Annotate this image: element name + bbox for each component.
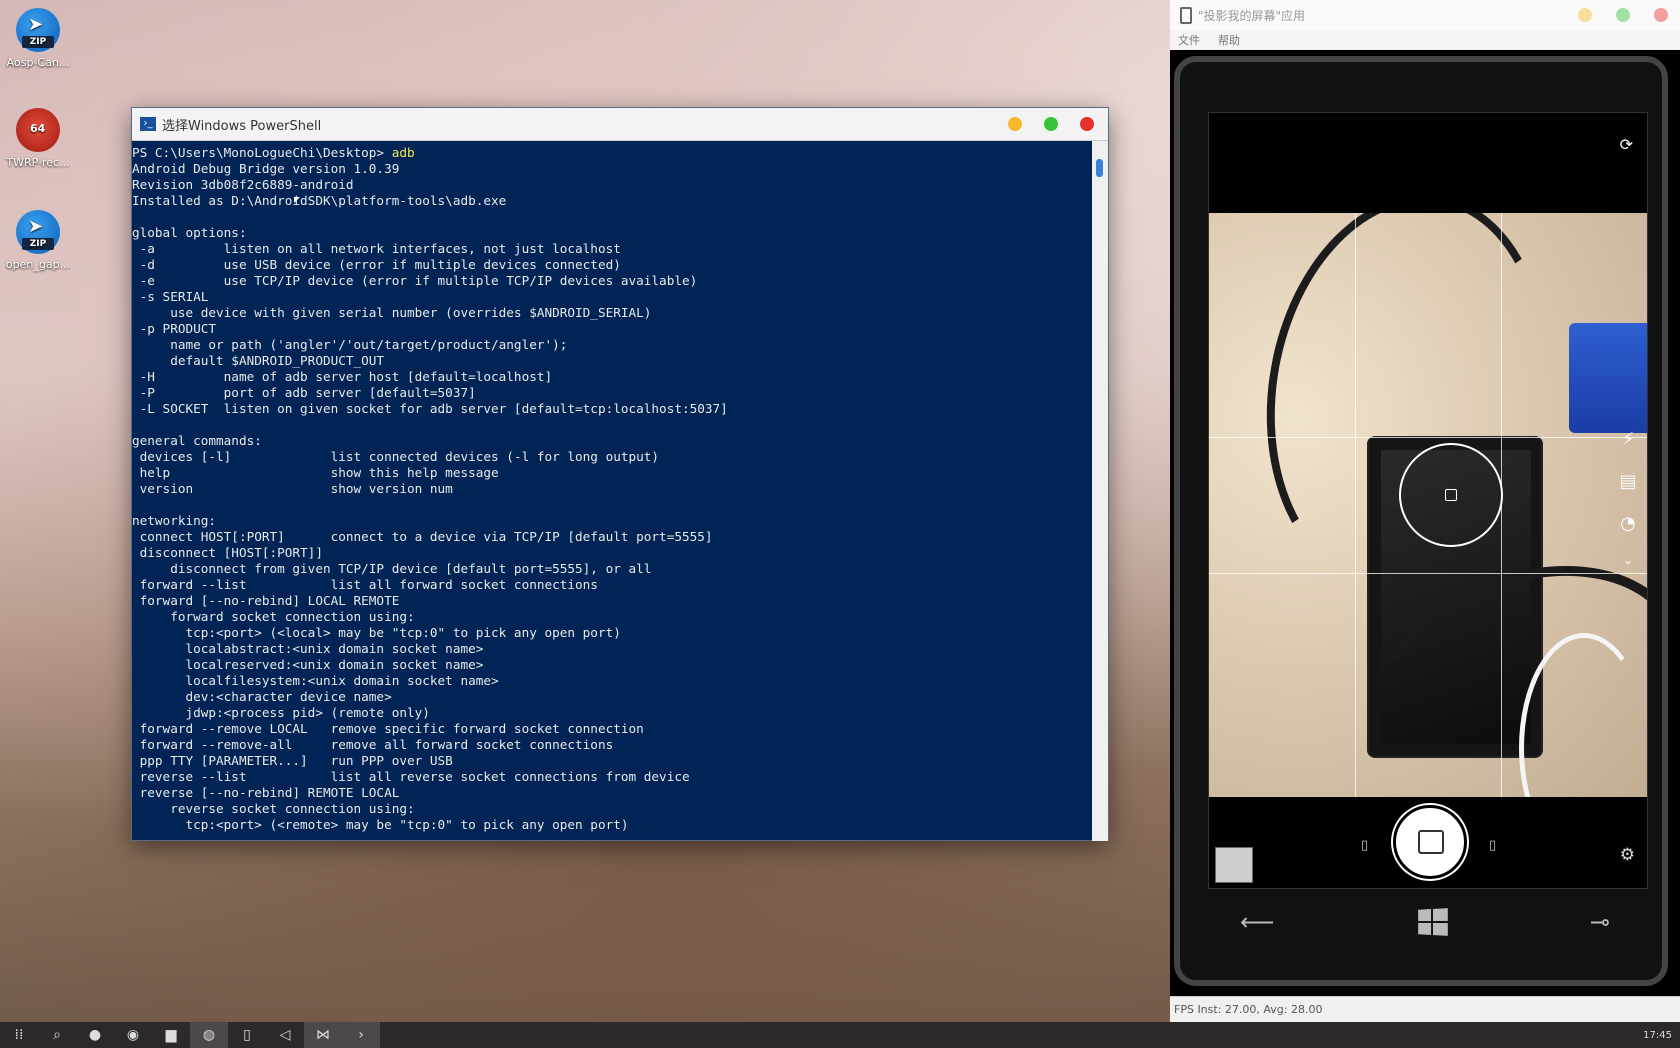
powershell-window[interactable]: ›_ 选择Windows PowerShell PS C:\Users\Mono…: [132, 108, 1108, 841]
phone-projection: ⟳ ⚡ ▤ ◔ ⌄ ▯ ▯ ⚙ ⟵ ⊸: [1170, 50, 1680, 996]
timer-icon[interactable]: ◔: [1615, 513, 1641, 534]
chevron-down-icon[interactable]: ⌄: [1615, 553, 1641, 567]
menu-help[interactable]: 帮助: [1218, 32, 1240, 48]
gallery-thumbnail[interactable]: [1215, 847, 1253, 883]
zip-archive-icon: ➤ ZIP: [16, 210, 60, 254]
grid-line: [1355, 213, 1356, 797]
gear-icon[interactable]: ⚙: [1620, 845, 1635, 865]
powershell-icon[interactable]: ›: [342, 1022, 380, 1048]
desktop-icon-label: TWRP-rec...: [6, 156, 70, 169]
console-text: PS C:\Users\MonoLogueChi\Desktop> adb An…: [132, 145, 1092, 833]
maximize-button[interactable]: [1044, 117, 1058, 131]
desktop-icon-twrp[interactable]: 64 TWRP-rec...: [2, 108, 74, 169]
powershell-icon: ›_: [140, 117, 156, 131]
explorer-icon[interactable]: ▆: [152, 1022, 190, 1048]
menu-file[interactable]: 文件: [1178, 32, 1200, 48]
menu-bar: 文件 帮助: [1170, 30, 1680, 50]
visualstudio-icon[interactable]: ⋈: [304, 1022, 342, 1048]
vertical-scrollbar[interactable]: [1092, 141, 1108, 841]
window-title: "投影我的屏幕"应用: [1198, 8, 1306, 23]
grid-line: [1209, 573, 1647, 574]
qq-icon[interactable]: ●: [76, 1022, 114, 1048]
exposure-icon[interactable]: ▤: [1615, 471, 1641, 492]
twrp-app-icon: 64: [16, 108, 60, 152]
phone-screen[interactable]: ⟳ ⚡ ▤ ◔ ⌄ ▯ ▯ ⚙: [1208, 112, 1648, 889]
focus-ring: [1399, 443, 1503, 547]
console-prompt: PS C:\Users\MonoLogueChi\Desktop>: [132, 145, 392, 160]
video-mode-icon[interactable]: ▯: [1489, 838, 1496, 853]
close-button[interactable]: [1080, 117, 1094, 131]
scrollbar-thumb[interactable]: [1096, 159, 1103, 177]
window-title: 选择Windows PowerShell: [162, 118, 322, 134]
phone-icon[interactable]: ▯: [228, 1022, 266, 1048]
mouse-cursor-icon: [294, 197, 300, 203]
console-area[interactable]: PS C:\Users\MonoLogueChi\Desktop> adb An…: [132, 141, 1108, 841]
switch-camera-icon[interactable]: ⟳: [1620, 135, 1633, 154]
console-command: adb: [391, 145, 415, 160]
project-my-screen-window[interactable]: "投影我的屏幕"应用 文件 帮助 ⟳ ⚡ ▤ ◔ ⌄ ▯ ▯ ⚙ ⟵ ⊸ FPS…: [1170, 0, 1680, 1022]
vs-icon[interactable]: ◁: [266, 1022, 304, 1048]
desktop-icon-aosp[interactable]: ➤ ZIP Aosp-Can...: [2, 8, 74, 69]
camera-viewfinder[interactable]: ⚡ ▤ ◔ ⌄: [1209, 213, 1647, 797]
camera-icon: [1418, 830, 1444, 854]
maximize-button[interactable]: [1616, 8, 1630, 22]
desktop-icon-label: Aosp-Can...: [6, 56, 70, 69]
minimize-button[interactable]: [1578, 8, 1592, 22]
desktop-icon-label: open_gap...: [5, 258, 71, 271]
desktop-icon-open-gapps[interactable]: ➤ ZIP open_gap...: [2, 210, 74, 271]
console-output: Android Debug Bridge version 1.0.39 Revi…: [132, 161, 728, 832]
back-arrow-icon[interactable]: ⟵: [1240, 908, 1274, 936]
shutter-button[interactable]: [1393, 805, 1467, 879]
zip-archive-icon: ➤ ZIP: [16, 8, 60, 52]
phone-frame: ⟳ ⚡ ▤ ◔ ⌄ ▯ ▯ ⚙ ⟵ ⊸: [1174, 56, 1668, 986]
close-button[interactable]: [1654, 8, 1668, 22]
windows-logo-icon[interactable]: [1418, 908, 1448, 936]
flash-off-icon[interactable]: ⚡: [1615, 429, 1641, 450]
taskbar: ⁞⁞ ⌕ ● ◉ ▆ ◍ ▯ ◁ ⋈ › 17:45: [0, 1022, 1680, 1048]
start-icon[interactable]: ⁞⁞: [0, 1022, 38, 1048]
focus-center-icon: [1445, 489, 1457, 501]
projector-titlebar[interactable]: "投影我的屏幕"应用: [1170, 0, 1680, 30]
browser-icon[interactable]: ◍: [190, 1022, 228, 1048]
chrome-icon[interactable]: ◉: [114, 1022, 152, 1048]
clock[interactable]: 17:45: [1643, 1030, 1672, 1041]
status-bar: FPS Inst: 27.00, Avg: 28.00: [1170, 996, 1680, 1022]
grid-line: [1209, 437, 1647, 438]
vga-connector-image: [1569, 323, 1647, 433]
phone-icon: [1180, 6, 1192, 24]
search-icon[interactable]: ⌕: [38, 1022, 76, 1048]
phone-navbar: ⟵ ⊸: [1240, 902, 1610, 942]
minimize-button[interactable]: [1008, 117, 1022, 131]
photo-mode-icon[interactable]: ▯: [1361, 838, 1368, 853]
powershell-titlebar[interactable]: ›_ 选择Windows PowerShell: [132, 108, 1108, 141]
search-key-icon[interactable]: ⊸: [1590, 908, 1610, 936]
